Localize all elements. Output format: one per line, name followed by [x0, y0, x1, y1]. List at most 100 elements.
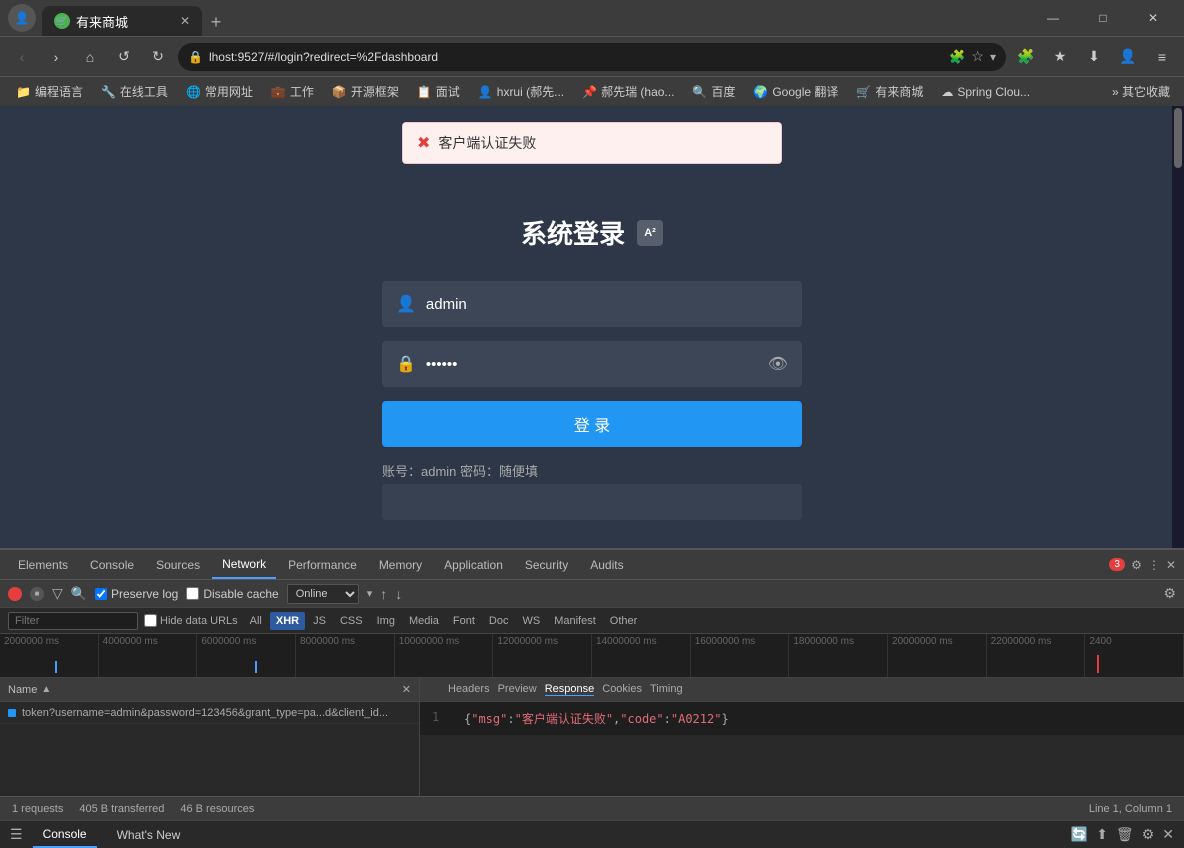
- bookmark-folder-icon: 📋: [417, 85, 432, 99]
- name-column-header[interactable]: Name ▲: [8, 684, 402, 696]
- translate-button[interactable]: A²: [637, 220, 663, 246]
- type-css-btn[interactable]: CSS: [334, 612, 369, 630]
- console-icon-4[interactable]: ⚙: [1142, 826, 1155, 843]
- devtools-tab-application[interactable]: Application: [434, 551, 513, 579]
- devtools-tab-audits[interactable]: Audits: [580, 551, 633, 579]
- password-toggle-icon[interactable]: 👁: [768, 354, 788, 374]
- hide-data-urls-checkbox[interactable]: Hide data URLs: [144, 614, 238, 627]
- profile-btn[interactable]: 👤: [1114, 43, 1142, 71]
- hide-data-urls-input[interactable]: [144, 614, 157, 627]
- timeline-label-1: 2000000 ms: [0, 636, 98, 647]
- bookmark-work[interactable]: 💼 工作: [263, 81, 322, 103]
- login-button[interactable]: 登 录: [382, 401, 802, 447]
- page-scroll-thumb[interactable]: [1174, 108, 1182, 168]
- console-sidebar-icon[interactable]: ☰: [10, 826, 23, 843]
- type-font-btn[interactable]: Font: [447, 612, 481, 630]
- console-icon-3[interactable]: 🗑: [1116, 826, 1134, 843]
- timeline-label-12: 2400: [1085, 636, 1183, 647]
- devtools-tab-console[interactable]: Console: [80, 551, 144, 579]
- bookmark-bianchengyuyan[interactable]: 📁 编程语言: [8, 81, 91, 103]
- bookmark-folder-icon: 📦: [332, 85, 347, 99]
- maximize-button[interactable]: □: [1080, 2, 1126, 34]
- type-other-btn[interactable]: Other: [604, 612, 644, 630]
- bookmark-label: 百度: [711, 83, 735, 100]
- new-tab-button[interactable]: +: [202, 8, 230, 36]
- devtools-tab-security[interactable]: Security: [515, 551, 578, 579]
- search-network-icon[interactable]: 🔍: [71, 586, 87, 602]
- col-tab-response[interactable]: Response: [545, 683, 595, 696]
- type-manifest-btn[interactable]: Manifest: [548, 612, 602, 630]
- sort-icon[interactable]: ▲: [41, 684, 51, 695]
- bookmark-opensource[interactable]: 📦 开源框架: [324, 81, 407, 103]
- bookmark-baidu[interactable]: 🔍 百度: [684, 81, 743, 103]
- devtools-tab-network[interactable]: Network: [212, 551, 276, 579]
- bookmark-youlaishangcheng[interactable]: 🛒 有来商城: [848, 81, 931, 103]
- type-all-btn[interactable]: All: [244, 612, 268, 630]
- type-media-btn[interactable]: Media: [403, 612, 445, 630]
- tab-close-btn[interactable]: ✕: [180, 14, 190, 28]
- table-row[interactable]: token?username=admin&password=123456&gra…: [0, 702, 419, 724]
- home-button[interactable]: ⌂: [76, 43, 104, 71]
- console-icon-5[interactable]: ✕: [1162, 826, 1174, 843]
- col-tab-preview[interactable]: Preview: [498, 683, 537, 696]
- bookmark-star-icon[interactable]: ☆: [971, 48, 984, 65]
- username-input[interactable]: [426, 296, 788, 313]
- bookmark-onlinetool[interactable]: 🔧 在线工具: [93, 81, 176, 103]
- bookmark-springcloud[interactable]: ☁ Spring Clou...: [933, 81, 1038, 103]
- password-input[interactable]: [426, 356, 758, 373]
- bookmark-haoxianrui[interactable]: 📌 郝先瑞 (hao...: [574, 81, 682, 103]
- bookmark-hxrui[interactable]: 👤 hxrui (郝先...: [470, 81, 572, 103]
- preserve-log-input[interactable]: [95, 588, 107, 600]
- minimize-button[interactable]: —: [1030, 2, 1076, 34]
- address-bar[interactable]: 🔒 lhost:9527/#/login?redirect=%2Fdashboa…: [178, 43, 1006, 71]
- export-har-icon[interactable]: ↓: [395, 586, 402, 602]
- devtools-tab-elements[interactable]: Elements: [8, 551, 78, 579]
- back-button[interactable]: ‹: [8, 43, 36, 71]
- filter-input[interactable]: [8, 612, 138, 630]
- devtools-tab-performance[interactable]: Performance: [278, 551, 367, 579]
- col-tab-cookies[interactable]: Cookies: [602, 683, 642, 696]
- console-icon-1[interactable]: 🔄: [1071, 826, 1088, 843]
- dropdown-arrow-icon[interactable]: ▾: [990, 50, 996, 64]
- type-xhr-btn[interactable]: XHR: [270, 612, 305, 630]
- reload-button[interactable]: ↺: [110, 43, 138, 71]
- record-button[interactable]: [8, 587, 22, 601]
- col-tab-timing[interactable]: Timing: [650, 683, 683, 696]
- bookmark-google-translate[interactable]: 🌍 Google 翻译: [745, 81, 846, 103]
- bookmarks-more-btn[interactable]: » 其它收藏: [1106, 83, 1176, 100]
- timeline-col-9: 18000000 ms: [789, 634, 888, 677]
- type-doc-btn[interactable]: Doc: [483, 612, 515, 630]
- devtools-tab-memory[interactable]: Memory: [369, 551, 432, 579]
- close-button[interactable]: ✕: [1130, 2, 1176, 34]
- devtools-more-icon[interactable]: ⋮: [1148, 558, 1160, 572]
- disable-cache-checkbox[interactable]: Disable cache: [186, 587, 278, 601]
- download-btn[interactable]: ⬇: [1080, 43, 1108, 71]
- console-tab-whatsnew[interactable]: What's New: [107, 822, 191, 848]
- type-img-btn[interactable]: Img: [371, 612, 401, 630]
- close-request-icon[interactable]: ✕: [402, 683, 411, 696]
- bookmark-common-sites[interactable]: 🌐 常用网址: [178, 81, 261, 103]
- menu-btn[interactable]: ≡: [1148, 43, 1176, 71]
- type-js-btn[interactable]: JS: [307, 612, 332, 630]
- forward-button[interactable]: ›: [42, 43, 70, 71]
- active-tab[interactable]: 🛒 有来商城 ✕: [42, 6, 202, 36]
- import-har-icon[interactable]: ↑: [380, 586, 387, 602]
- console-icon-2[interactable]: ⬆: [1096, 826, 1108, 843]
- star-btn[interactable]: ★: [1046, 43, 1074, 71]
- throttle-select[interactable]: Online Fast 3G Slow 3G Offline: [287, 584, 359, 604]
- bookmark-interview[interactable]: 📋 面试: [409, 81, 468, 103]
- preserve-log-checkbox[interactable]: Preserve log: [95, 587, 178, 601]
- filter-icon[interactable]: ▽: [52, 585, 63, 602]
- stop-recording-button[interactable]: ■: [30, 587, 44, 601]
- devtools-settings-icon[interactable]: ⚙: [1131, 558, 1142, 572]
- refresh-button[interactable]: ↻: [144, 43, 172, 71]
- extensions-btn[interactable]: 🧩: [1012, 43, 1040, 71]
- type-ws-btn[interactable]: WS: [516, 612, 546, 630]
- col-tab-headers[interactable]: Headers: [448, 683, 490, 696]
- devtools-close-icon[interactable]: ✕: [1166, 558, 1176, 572]
- console-tab-console[interactable]: Console: [33, 822, 97, 848]
- disable-cache-input[interactable]: [186, 587, 199, 600]
- throttle-dropdown-icon[interactable]: ▾: [367, 587, 373, 600]
- network-settings-icon[interactable]: ⚙: [1163, 585, 1176, 602]
- devtools-tab-sources[interactable]: Sources: [146, 551, 210, 579]
